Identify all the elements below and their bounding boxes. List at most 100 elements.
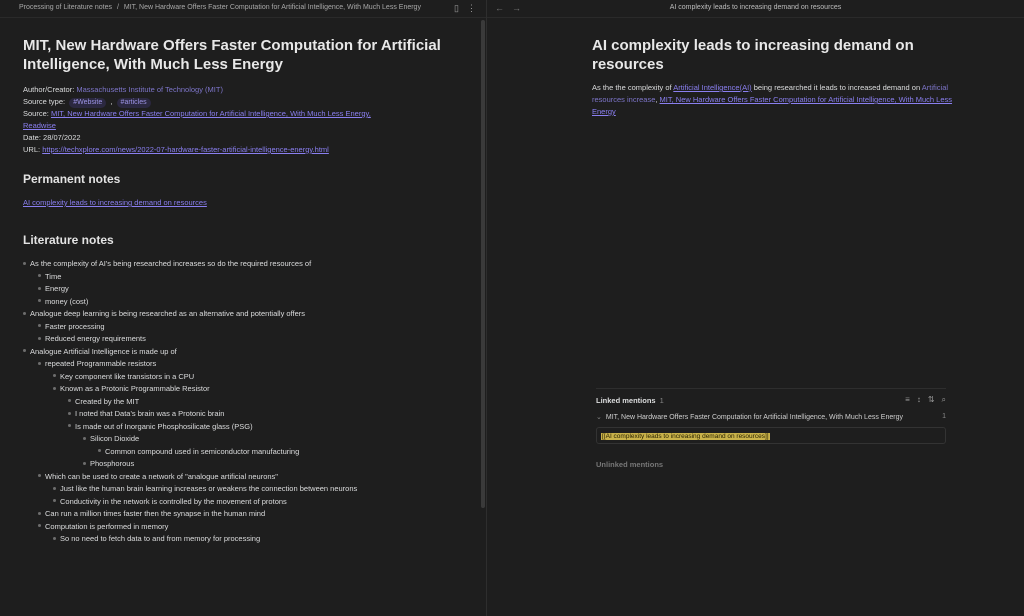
list-item-text: Created by the MIT bbox=[75, 396, 140, 406]
url-row: URL: https://techxplore.com/news/2022-07… bbox=[23, 144, 453, 156]
bullet-icon[interactable] bbox=[23, 311, 26, 315]
bullet-icon[interactable] bbox=[23, 349, 26, 353]
list-item-text: Can run a million times faster then the … bbox=[45, 509, 266, 518]
bullet-icon[interactable] bbox=[98, 449, 101, 453]
bullet-icon[interactable] bbox=[53, 499, 56, 503]
bullet-icon[interactable] bbox=[38, 361, 41, 365]
reading-view-icon[interactable]: ▯ bbox=[454, 3, 459, 14]
list-item-text: Conductivity in the network is controlle… bbox=[60, 496, 287, 506]
bullet-icon[interactable] bbox=[23, 261, 26, 265]
list-item: Time bbox=[23, 271, 463, 284]
unlinked-mentions-label[interactable]: Unlinked mentions bbox=[596, 460, 946, 469]
linked-mentions-label[interactable]: Linked mentions 1 bbox=[596, 396, 664, 405]
list-item-text: Faster processing bbox=[45, 321, 105, 331]
list-item: Can run a million times faster then the … bbox=[23, 508, 463, 521]
mention-file-row[interactable]: ⌄ MIT, New Hardware Offers Faster Computa… bbox=[596, 413, 946, 421]
source-type-label: Source type: bbox=[23, 97, 66, 106]
permanent-notes-heading: Permanent notes bbox=[23, 172, 121, 186]
source-row: Source: MIT, New Hardware Offers Faster … bbox=[23, 108, 383, 132]
bullet-icon[interactable] bbox=[53, 486, 56, 490]
expand-icon[interactable]: ↕ bbox=[917, 395, 921, 405]
breadcrumb-separator: / bbox=[116, 4, 119, 11]
author-row: Author/Creator: Massachusetts Institute … bbox=[23, 84, 453, 96]
backlinks-toolbar: ≡ ↕ ⇅ ⌕ bbox=[905, 395, 946, 405]
list-item: money (cost) bbox=[23, 296, 463, 309]
list-item: Conductivity in the network is controlle… bbox=[23, 496, 463, 509]
body-text-2: being researched it leads to increased d… bbox=[751, 83, 922, 92]
bullet-icon[interactable] bbox=[83, 461, 86, 465]
list-item-text: So no need to fetch data to and from mem… bbox=[60, 534, 261, 543]
permanent-note-link[interactable]: AI complexity leads to increasing demand… bbox=[23, 198, 207, 207]
list-collapse-icon[interactable]: ≡ bbox=[905, 395, 910, 405]
left-title-bar: Processing of Literature notes / MIT, Ne… bbox=[0, 0, 486, 18]
url-link[interactable]: https://techxplore.com/news/2022-07-hard… bbox=[42, 145, 329, 154]
list-item-text: Time bbox=[45, 271, 62, 281]
url-label: URL: bbox=[23, 145, 41, 154]
list-item: Computation is performed in memory bbox=[23, 521, 463, 534]
list-item: Just like the human brain learning incre… bbox=[23, 483, 463, 496]
bullet-icon[interactable] bbox=[38, 511, 41, 515]
source-type-row: Source type: #Website , #articles bbox=[23, 96, 453, 108]
bullet-icon[interactable] bbox=[38, 524, 41, 528]
search-icon[interactable]: ⌕ bbox=[942, 395, 946, 405]
list-item: Common compound used in semiconductor ma… bbox=[23, 446, 463, 459]
list-item-text: Common compound used in semiconductor ma… bbox=[105, 446, 300, 456]
list-item: Key component like transistors in a CPU bbox=[23, 371, 463, 384]
ai-link[interactable]: Artificial Intelligence(AI) bbox=[673, 83, 751, 92]
list-item-text: As the complexity of AI's being research… bbox=[30, 259, 312, 268]
tag-website[interactable]: #Website bbox=[69, 98, 107, 108]
list-item-text: Computation is performed in memory bbox=[45, 521, 169, 531]
mention-highlight[interactable]: [[AI complexity leads to increasing dema… bbox=[601, 433, 770, 440]
left-pane: Processing of Literature notes / MIT, Ne… bbox=[0, 0, 486, 616]
bullet-icon[interactable] bbox=[68, 399, 71, 403]
list-item: Known as a Protonic Programmable Resisto… bbox=[23, 383, 463, 396]
list-item: Created by the MIT bbox=[23, 396, 463, 409]
source-link[interactable]: MIT, New Hardware Offers Faster Computat… bbox=[23, 109, 371, 130]
right-note-body: As the the complexity of Artificial Inte… bbox=[592, 82, 952, 118]
list-item: Energy bbox=[23, 283, 463, 296]
date-value: 28/07/2022 bbox=[43, 133, 81, 142]
author-link[interactable]: Massachusetts Institute of Technology (M… bbox=[76, 85, 223, 94]
list-item: So no need to fetch data to and from mem… bbox=[23, 533, 463, 546]
bullet-icon[interactable] bbox=[68, 411, 71, 415]
note-metadata: Author/Creator: Massachusetts Institute … bbox=[23, 84, 453, 156]
bullet-icon[interactable] bbox=[38, 474, 41, 478]
breadcrumb-folder[interactable]: Processing of Literature notes bbox=[19, 4, 112, 11]
right-pane: ← → AI complexity leads to increasing de… bbox=[487, 0, 1024, 616]
bullet-icon[interactable] bbox=[53, 374, 56, 378]
left-scrollbar[interactable] bbox=[481, 20, 485, 508]
bullet-icon[interactable] bbox=[53, 536, 56, 540]
chevron-down-icon[interactable]: ⌄ bbox=[596, 414, 602, 421]
right-tab-title: AI complexity leads to increasing demand… bbox=[669, 4, 842, 11]
bullet-icon[interactable] bbox=[83, 436, 86, 440]
linked-mentions-count: 1 bbox=[659, 395, 664, 405]
list-item: repeated Programmable resistors bbox=[23, 358, 463, 371]
bullet-icon[interactable] bbox=[38, 286, 41, 290]
right-note: AI complexity leads to increasing demand… bbox=[592, 36, 952, 118]
tag-separator: , bbox=[110, 97, 113, 106]
list-item: Is made out of Inorganic Phosphosilicate… bbox=[23, 421, 463, 434]
list-item-text: Known as a Protonic Programmable Resisto… bbox=[60, 384, 210, 393]
list-item-text: Just like the human brain learning incre… bbox=[60, 484, 358, 493]
right-title-bar: ← → AI complexity leads to increasing de… bbox=[487, 0, 1024, 18]
mention-file-name[interactable]: MIT, New Hardware Offers Faster Computat… bbox=[606, 414, 903, 421]
list-item-text: Silicon Dioxide bbox=[90, 434, 140, 443]
more-options-icon[interactable]: ⋮ bbox=[467, 3, 476, 14]
list-item: Analogue Artificial Intelligence is made… bbox=[23, 346, 463, 359]
tag-articles[interactable]: #articles bbox=[116, 98, 151, 108]
mention-snippet[interactable]: [[AI complexity leads to increasing dema… bbox=[596, 427, 946, 444]
date-row: Date: 28/07/2022 bbox=[23, 132, 453, 144]
list-item-text: repeated Programmable resistors bbox=[45, 359, 157, 368]
list-item: Which can be used to create a network of… bbox=[23, 471, 463, 484]
list-item: I noted that Data's brain was a Protonic… bbox=[23, 408, 463, 421]
bullet-icon[interactable] bbox=[38, 299, 41, 303]
bullet-icon[interactable] bbox=[38, 274, 41, 278]
breadcrumb-file[interactable]: MIT, New Hardware Offers Faster Computat… bbox=[124, 4, 421, 11]
bullet-icon[interactable] bbox=[68, 424, 71, 428]
body-text-1: As the the complexity of bbox=[592, 83, 674, 92]
bullet-icon[interactable] bbox=[53, 386, 56, 390]
sort-icon[interactable]: ⇅ bbox=[928, 395, 935, 405]
bullet-icon[interactable] bbox=[38, 324, 41, 328]
note-header: MIT, New Hardware Offers Faster Computat… bbox=[23, 36, 453, 156]
bullet-icon[interactable] bbox=[38, 336, 41, 340]
